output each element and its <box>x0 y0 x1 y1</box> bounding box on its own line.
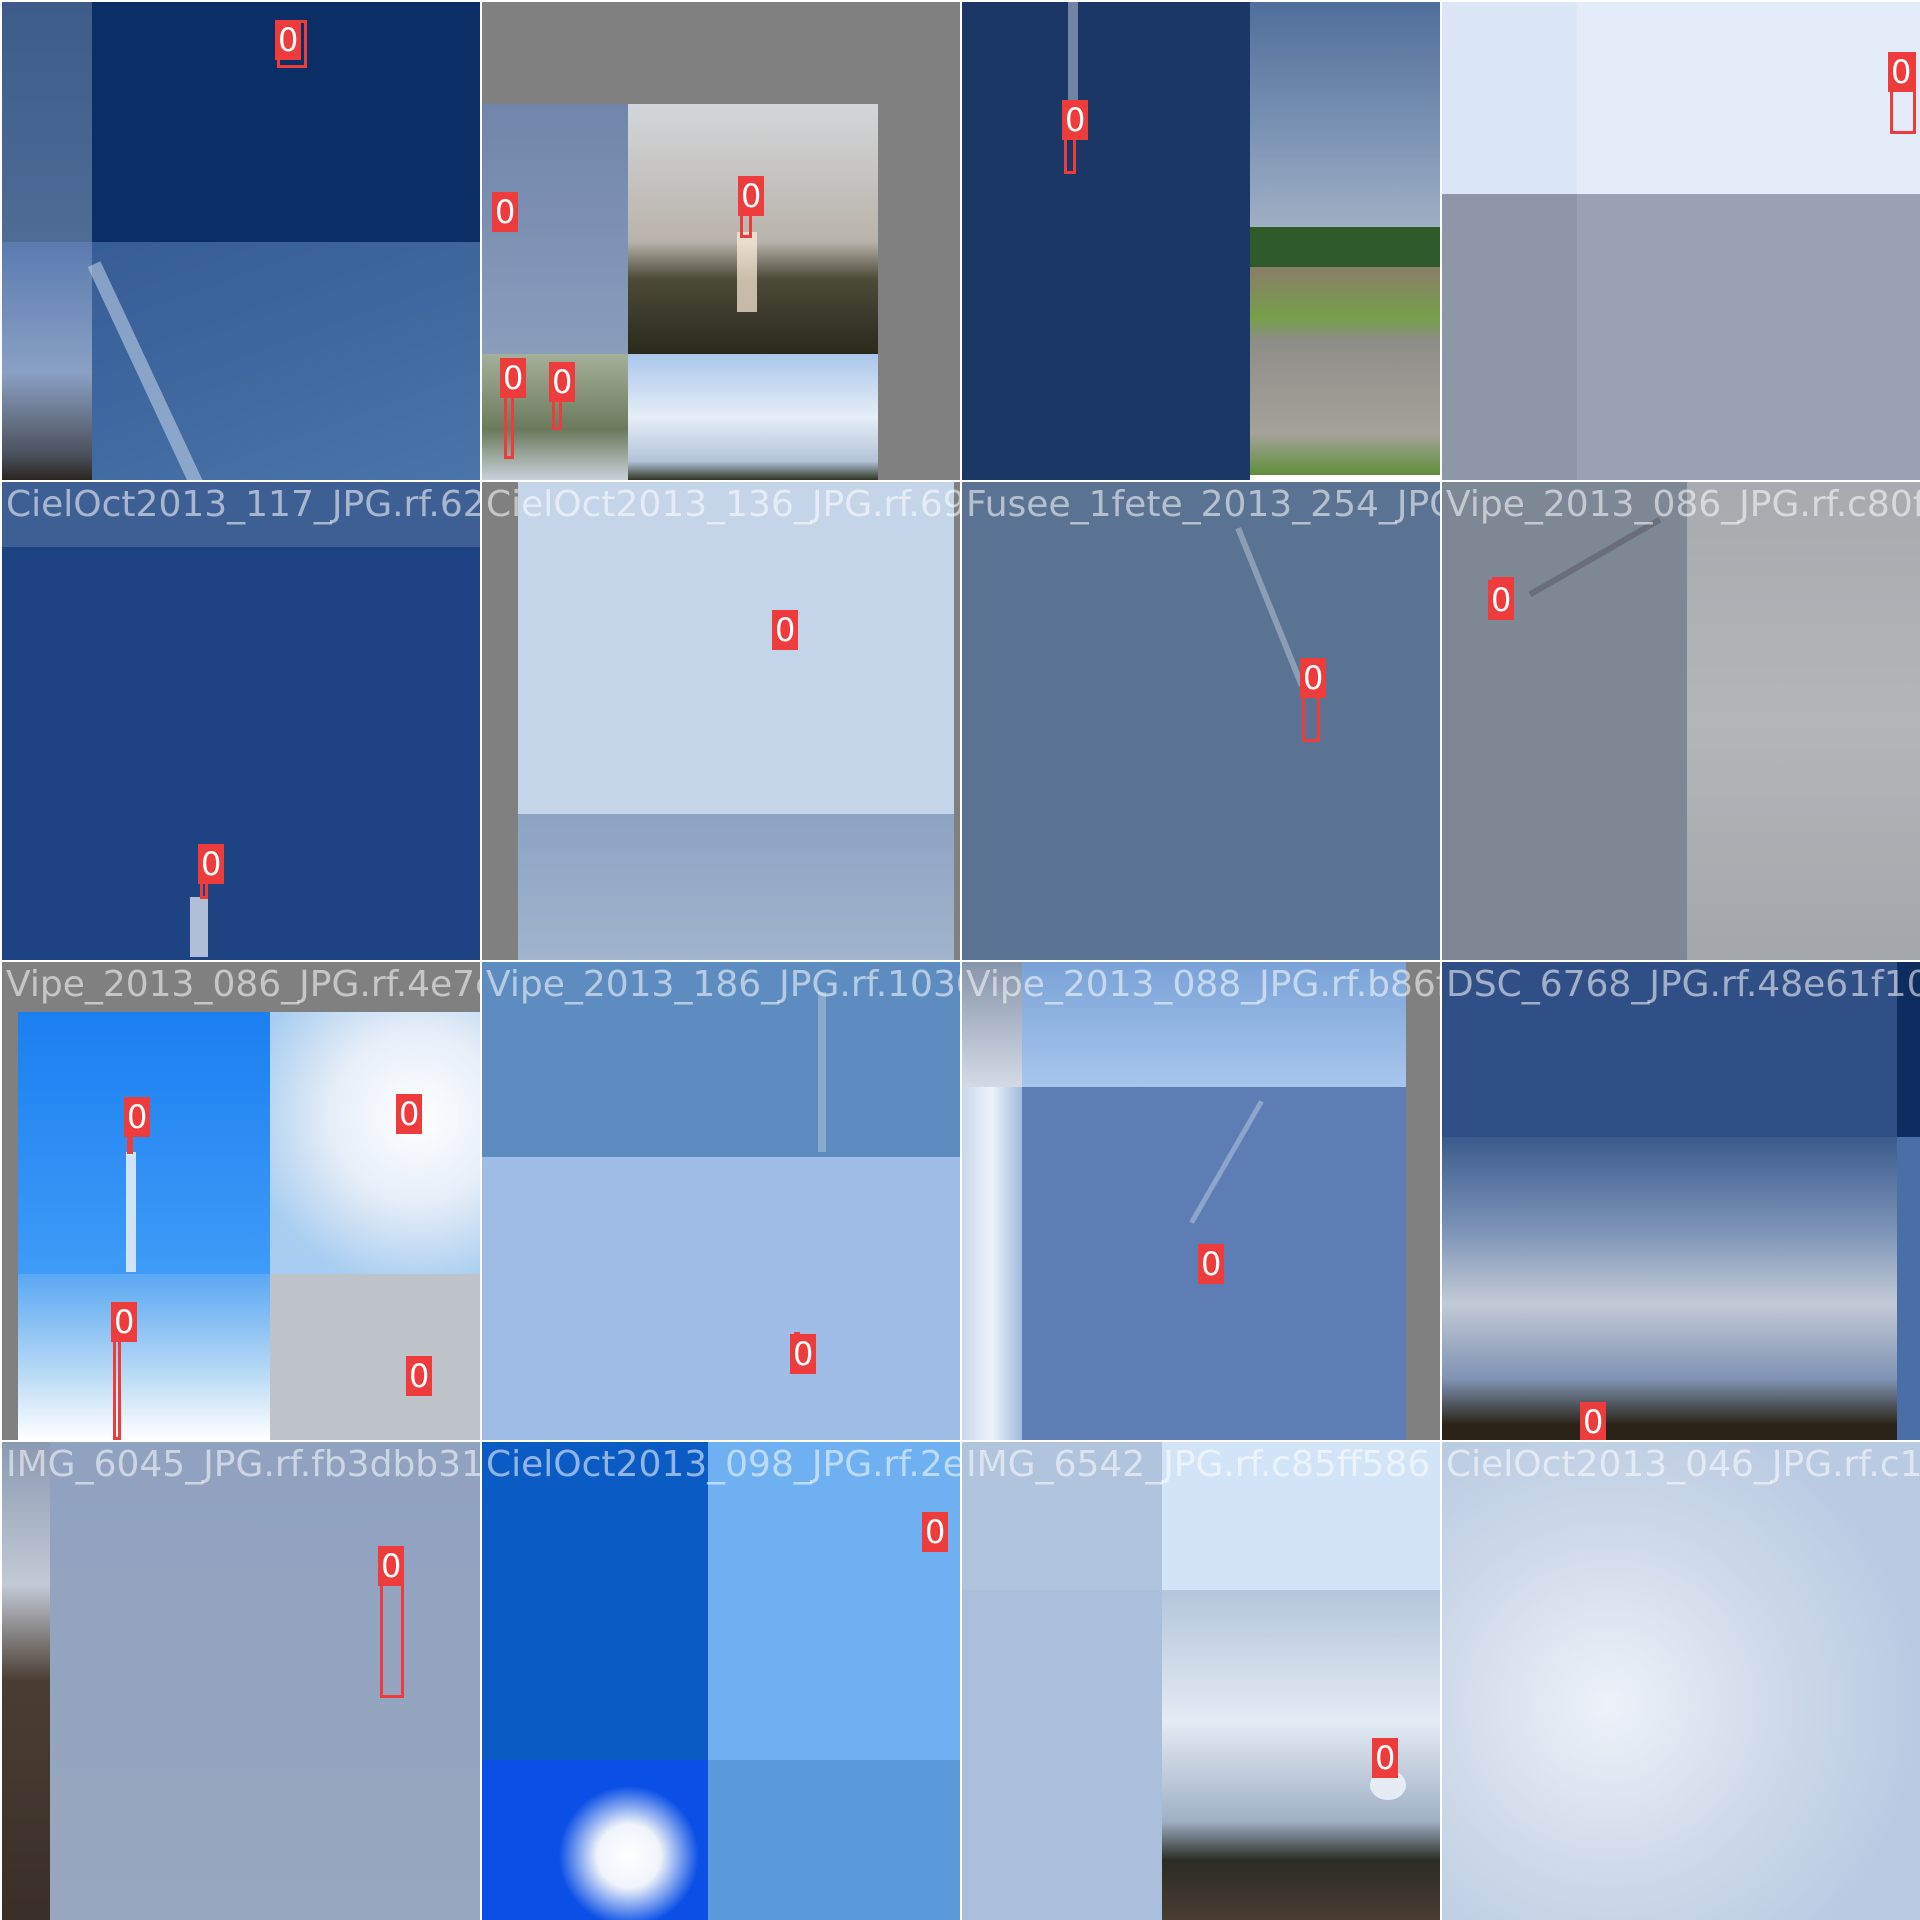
image-filename: CielOct2013_046_JPG.rf.c1 <box>1446 1444 1920 1485</box>
class-label: 0 <box>549 362 576 402</box>
smoke-trail <box>190 897 208 957</box>
image-patch <box>2 2 92 242</box>
class-label: 0 <box>378 1546 405 1586</box>
mosaic-tile-7: 0 Fusee_1fete_2013_254_JPG. <box>962 482 1440 960</box>
image-patch <box>50 1442 480 1920</box>
image-patch <box>1442 1442 1920 1920</box>
image-patch <box>708 1442 960 1760</box>
smoke-trail <box>737 232 757 312</box>
mosaic-tile-11: 0 Vipe_2013_088_JPG.rf.b86f <box>962 962 1440 1440</box>
class-label: 0 <box>396 1094 423 1134</box>
smoke-trail <box>818 992 826 1152</box>
mosaic-tile-6: 0 CielOct2013_136_JPG.rf.695 <box>482 482 960 960</box>
image-patch <box>482 1760 708 1920</box>
class-label: 0 <box>1888 52 1915 92</box>
image-patch <box>92 242 480 480</box>
image-patch <box>1250 267 1440 475</box>
image-patch <box>1577 194 1920 480</box>
image-filename: Fusee_1fete_2013_254_JPG. <box>966 484 1440 525</box>
class-label: 0 <box>111 1302 138 1342</box>
mosaic-tile-10: 0 Vipe_2013_186_JPG.rf.1030 <box>482 962 960 1440</box>
image-patch <box>1687 482 1920 960</box>
image-filename: Vipe_2013_086_JPG.rf.c80f <box>1446 484 1920 525</box>
mosaic-tile-4: 0 <box>1442 2 1920 480</box>
image-filename: DSC_6768_JPG.rf.48e61f10 <box>1446 964 1920 1005</box>
mosaic-tile-2: 0 0 0 0 <box>482 2 960 480</box>
smoke-trail <box>1068 2 1078 102</box>
image-patch <box>18 1274 270 1440</box>
image-patch <box>518 814 954 960</box>
image-patch <box>482 1442 708 1760</box>
class-label: 0 <box>1198 1244 1225 1284</box>
image-patch <box>2 547 480 960</box>
image-patch <box>962 2 1250 480</box>
class-label: 0 <box>1580 1402 1607 1440</box>
image-filename: CielOct2013_117_JPG.rf.629 <box>6 484 480 525</box>
image-patch <box>1250 2 1440 227</box>
mosaic-tile-12: 0 DSC_6768_JPG.rf.48e61f10 <box>1442 962 1920 1440</box>
image-patch <box>18 1012 270 1274</box>
image-patch <box>1442 1137 1897 1440</box>
image-patch <box>1897 1137 1920 1440</box>
image-patch <box>270 1012 480 1274</box>
class-label: 0 <box>500 358 527 398</box>
image-filename: Vipe_2013_086_JPG.rf.4e7c <box>6 964 480 1005</box>
mosaic-tile-3: 0 <box>962 2 1440 480</box>
image-filename: Vipe_2013_088_JPG.rf.b86f <box>966 964 1440 1005</box>
image-patch <box>962 1087 1022 1440</box>
image-filename: IMG_6542_JPG.rf.c85ff586 <box>966 1444 1431 1485</box>
class-label: 0 <box>1372 1738 1399 1778</box>
image-filename: CielOct2013_098_JPG.rf.2e1 <box>486 1444 960 1485</box>
image-patch <box>1442 194 1577 480</box>
image-patch <box>1442 482 1687 960</box>
mosaic-tile-15: 0 IMG_6542_JPG.rf.c85ff586 <box>962 1442 1440 1920</box>
image-patch <box>518 482 954 814</box>
mosaic-tile-5: 0 CielOct2013_117_JPG.rf.629 <box>2 482 480 960</box>
class-label: 0 <box>772 610 799 650</box>
image-patch <box>1577 2 1920 194</box>
image-patch <box>2 1442 50 1920</box>
mosaic-grid: 0 0 0 0 0 0 0 0 CielOct2013_117_JPG.rf.6… <box>0 0 1920 1920</box>
class-label: 0 <box>492 192 519 232</box>
mosaic-tile-8: 0 Vipe_2013_086_JPG.rf.c80f <box>1442 482 1920 960</box>
image-patch <box>708 1760 960 1920</box>
mosaic-tile-14: 0 CielOct2013_098_JPG.rf.2e1 <box>482 1442 960 1920</box>
class-label: 0 <box>198 844 225 884</box>
image-filename: Vipe_2013_186_JPG.rf.1030 <box>486 964 960 1005</box>
mosaic-tile-9: 0 0 0 0 Vipe_2013_086_JPG.rf.4e7c <box>2 962 480 1440</box>
class-label: 0 <box>922 1512 949 1552</box>
class-label: 0 <box>124 1097 151 1137</box>
mosaic-tile-13: 0 IMG_6045_JPG.rf.fb3dbb31 <box>2 1442 480 1920</box>
class-label: 0 <box>1488 580 1515 620</box>
bounding-box <box>380 1580 404 1698</box>
image-patch <box>270 1274 480 1440</box>
image-patch <box>628 354 878 480</box>
image-patch <box>1250 227 1440 267</box>
mosaic-tile-1: 0 <box>2 2 480 480</box>
image-filename: CielOct2013_136_JPG.rf.695 <box>486 484 960 525</box>
class-label: 0 <box>275 20 302 60</box>
class-label: 0 <box>738 176 765 216</box>
class-label: 0 <box>790 1334 817 1374</box>
class-label: 0 <box>406 1356 433 1396</box>
image-patch <box>1442 2 1577 194</box>
image-patch <box>482 1157 960 1440</box>
smoke-trail <box>126 1152 136 1272</box>
class-label: 0 <box>1062 100 1089 140</box>
image-patch <box>2 242 92 480</box>
image-patch <box>962 1590 1162 1920</box>
class-label: 0 <box>1300 658 1327 698</box>
mosaic-tile-16: CielOct2013_046_JPG.rf.c1 <box>1442 1442 1920 1920</box>
image-patch <box>962 482 1440 960</box>
image-filename: IMG_6045_JPG.rf.fb3dbb31 <box>6 1444 480 1485</box>
image-patch <box>628 104 878 354</box>
